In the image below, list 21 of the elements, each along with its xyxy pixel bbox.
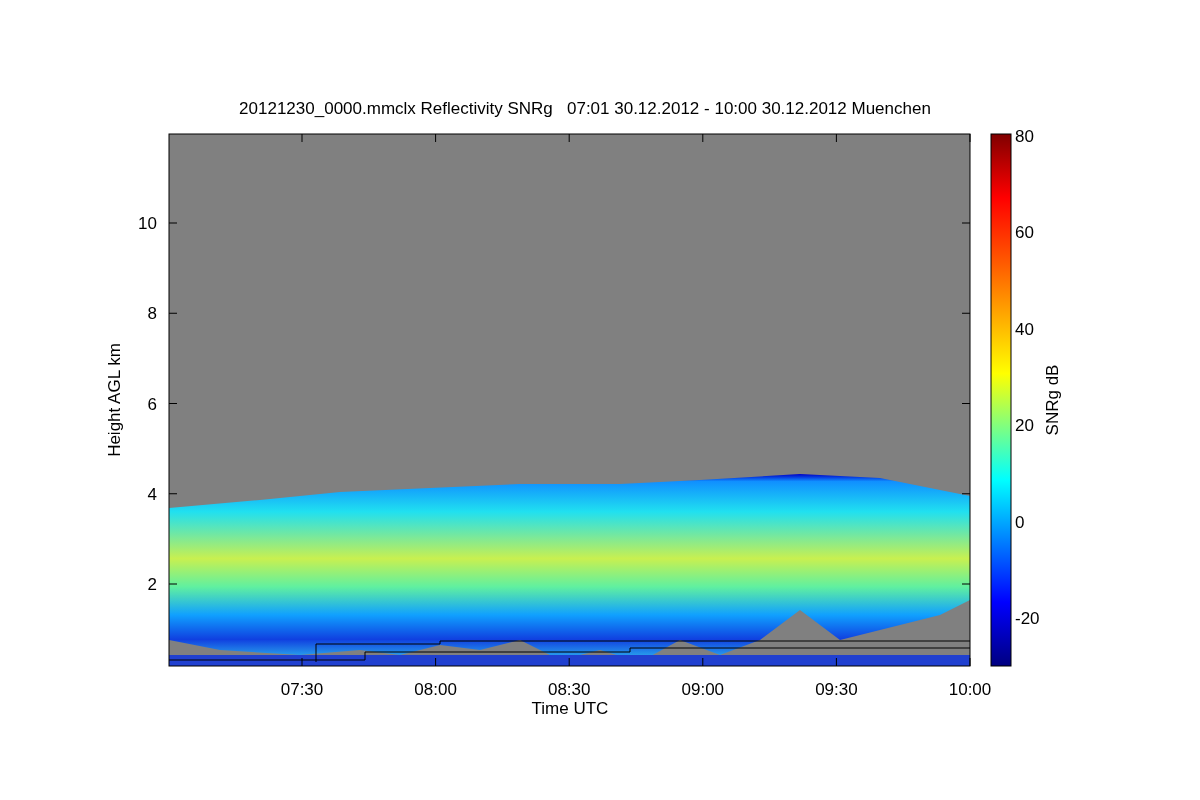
tick-label: 10:00 [948, 680, 992, 699]
tick-label: 20 [1015, 416, 1034, 435]
tick-label: 09:30 [815, 680, 858, 699]
tick-label: 07:30 [280, 680, 324, 699]
tick-label: 4 [147, 484, 157, 504]
axis-label: Time UTC [531, 699, 609, 718]
tick-label: 6 [147, 394, 157, 414]
tick-label: 80 [1015, 126, 1034, 146]
colorbar-label: SNRg dB [1043, 364, 1062, 436]
tick-label: 09:00 [681, 680, 725, 699]
tick-label: 60 [1015, 223, 1034, 242]
tick-label: 08:00 [414, 680, 457, 699]
tick-label: 40 [1015, 319, 1034, 339]
tick-label: -20 [1015, 609, 1040, 628]
tick-label: 10 [138, 214, 157, 233]
tick-label: 0 [1015, 512, 1025, 532]
tick-label: 08:30 [547, 680, 591, 699]
chart-title: 20121230_0000.mmclx Reflectivity SNRg 07:01 30.12.2012 - 10:00 30.12.2012 Muenchen [239, 99, 931, 118]
tick-label: 2 [147, 575, 157, 594]
tick-label: 8 [147, 304, 157, 324]
axis-label: Height AGL km [105, 343, 124, 457]
